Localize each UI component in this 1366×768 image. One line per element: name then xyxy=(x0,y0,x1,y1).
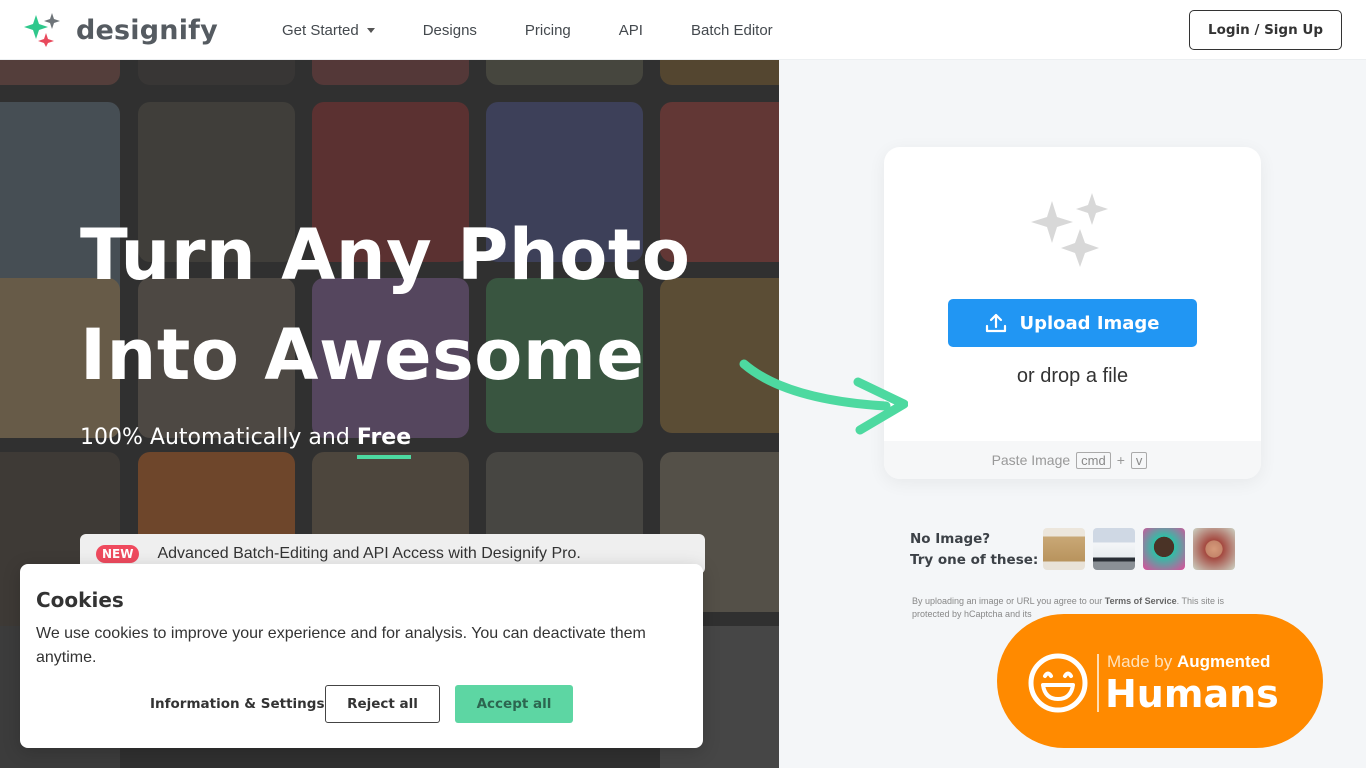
sample-image-woman[interactable] xyxy=(1193,528,1235,570)
sample-image-car[interactable] xyxy=(1093,528,1135,570)
paste-label: Paste Image xyxy=(991,452,1071,468)
main-nav: Get Started Designs Pricing API Batch Ed… xyxy=(282,0,821,60)
drop-file-text: or drop a file xyxy=(1016,365,1129,387)
subline-emphasis: Free xyxy=(356,425,412,450)
badge-made-by: Made by xyxy=(1107,652,1177,671)
badge-small-text: Made by Augmented xyxy=(1107,652,1270,672)
nav-get-started-label: Get Started xyxy=(282,21,359,39)
paste-hint: Paste Image cmd + v xyxy=(884,441,1261,479)
sample-image-cup[interactable] xyxy=(1043,528,1085,570)
subline-text: 100% Automatically and xyxy=(80,425,357,450)
curved-arrow-icon xyxy=(739,359,908,435)
sample-label-line-1: No Image? xyxy=(910,531,991,547)
terms-prefix: By uploading an image or URL you agree t… xyxy=(912,596,1105,606)
cookie-consent-dialog: Cookies We use cookies to improve your e… xyxy=(20,564,703,748)
badge-divider xyxy=(1097,654,1099,712)
headline-line-2: Into Awesome xyxy=(80,314,645,396)
login-signup-button[interactable]: Login / Sign Up xyxy=(1189,10,1342,50)
caret-down-icon xyxy=(366,27,375,33)
sparkles-icon xyxy=(1031,193,1108,267)
key-cmd: cmd xyxy=(1076,451,1111,469)
hero-headline: Turn Any Photo Into Awesome xyxy=(80,205,690,405)
cookie-information-settings-link[interactable]: Information & Settings xyxy=(150,696,324,712)
nav-pricing[interactable]: Pricing xyxy=(525,22,571,39)
smiley-icon xyxy=(1028,653,1088,713)
cookie-title: Cookies xyxy=(36,588,124,612)
badge-augmented: Augmented xyxy=(1176,652,1271,671)
cookie-accept-all-button[interactable]: Accept all xyxy=(455,685,573,723)
new-badge: NEW xyxy=(96,545,140,563)
logo-text: designify xyxy=(76,14,218,46)
nav-batch-editor[interactable]: Batch Editor xyxy=(691,22,773,39)
announcement-text: Advanced Batch-Editing and API Access wi… xyxy=(157,545,581,562)
terms-of-service-link[interactable]: Terms of Service xyxy=(1105,596,1177,606)
nav-get-started[interactable]: Get Started xyxy=(282,22,375,39)
sample-image-person[interactable] xyxy=(1143,528,1185,570)
upload-button-label: Upload Image xyxy=(1019,312,1160,334)
sample-images-label: No Image? Try one of these: xyxy=(910,529,1038,571)
logo[interactable]: designify xyxy=(24,13,218,47)
key-v: v xyxy=(1130,451,1148,469)
key-plus: + xyxy=(1116,452,1125,468)
upload-image-button[interactable]: Upload Image xyxy=(948,299,1197,347)
nav-designs[interactable]: Designs xyxy=(423,22,477,39)
sample-label-line-2: Try one of these: xyxy=(910,552,1039,568)
upload-dropzone[interactable]: Upload Image or drop a file Paste Image … xyxy=(884,147,1261,479)
headline-line-1: Turn Any Photo xyxy=(80,214,691,296)
cookie-text: We use cookies to improve your experienc… xyxy=(36,625,646,666)
made-by-augmented-humans-badge[interactable]: Made by Augmented Humans xyxy=(997,614,1323,748)
badge-humans: Humans xyxy=(1105,672,1279,716)
hero-subline: 100% Automatically and Free xyxy=(80,425,411,450)
nav-api[interactable]: API xyxy=(619,22,643,39)
cookie-reject-all-button[interactable]: Reject all xyxy=(325,685,440,723)
sparkle-logo-icon xyxy=(24,13,60,47)
upload-icon xyxy=(986,313,1007,333)
top-navbar: designify Get Started Designs Pricing AP… xyxy=(0,0,1366,60)
